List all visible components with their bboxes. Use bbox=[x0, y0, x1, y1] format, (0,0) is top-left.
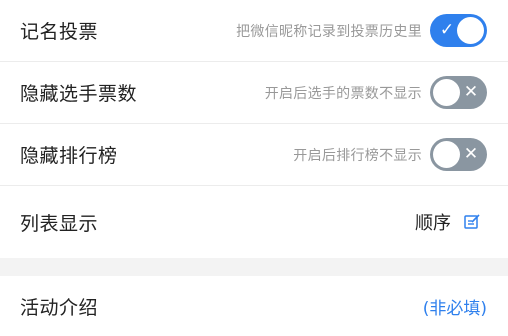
setting-row-hide-votes: 隐藏选手票数 开启后选手的票数不显示 ✕ bbox=[0, 62, 508, 124]
setting-controls-hide-votes: 开启后选手的票数不显示 ✕ bbox=[265, 76, 487, 109]
toggle-knob bbox=[457, 17, 484, 44]
check-icon: ✓ bbox=[439, 20, 455, 40]
activity-intro-row[interactable]: 活动介绍 (非必填) bbox=[0, 276, 508, 336]
setting-row-list-display[interactable]: 列表显示 顺序 bbox=[0, 186, 508, 258]
setting-row-hide-ranking: 隐藏排行榜 开启后排行榜不显示 ✕ bbox=[0, 124, 508, 186]
setting-title-list-display: 列表显示 bbox=[20, 212, 99, 235]
toggle-knob bbox=[433, 141, 460, 168]
setting-hint-named-vote: 把微信昵称记录到投票历史里 bbox=[236, 23, 422, 40]
optional-tag: (非必填) bbox=[422, 298, 487, 319]
hide-ranking-toggle[interactable]: ✕ bbox=[430, 138, 487, 171]
setting-controls-named-vote: 把微信昵称记录到投票历史里 ✓ bbox=[236, 14, 487, 47]
setting-title-hide-ranking: 隐藏排行榜 bbox=[20, 145, 118, 167]
toggle-knob bbox=[433, 79, 460, 106]
close-icon: ✕ bbox=[463, 144, 479, 164]
activity-intro-title: 活动介绍 bbox=[20, 296, 99, 319]
setting-hint-hide-votes: 开启后选手的票数不显示 bbox=[264, 85, 422, 102]
close-icon: ✕ bbox=[463, 82, 479, 102]
list-display-value: 顺序 bbox=[415, 213, 451, 234]
setting-hint-hide-ranking: 开启后排行榜不显示 bbox=[293, 147, 422, 164]
edit-icon[interactable] bbox=[463, 213, 481, 231]
setting-title-named-vote: 记名投票 bbox=[20, 21, 99, 43]
setting-title-hide-votes: 隐藏选手票数 bbox=[20, 83, 138, 105]
hide-votes-toggle[interactable]: ✕ bbox=[430, 76, 487, 109]
setting-controls-list-display: 顺序 bbox=[415, 209, 487, 235]
setting-controls-hide-ranking: 开启后排行榜不显示 ✕ bbox=[293, 138, 487, 171]
setting-row-named-vote: 记名投票 把微信昵称记录到投票历史里 ✓ bbox=[0, 0, 508, 62]
named-vote-toggle[interactable]: ✓ bbox=[430, 14, 487, 47]
section-divider bbox=[0, 258, 508, 276]
